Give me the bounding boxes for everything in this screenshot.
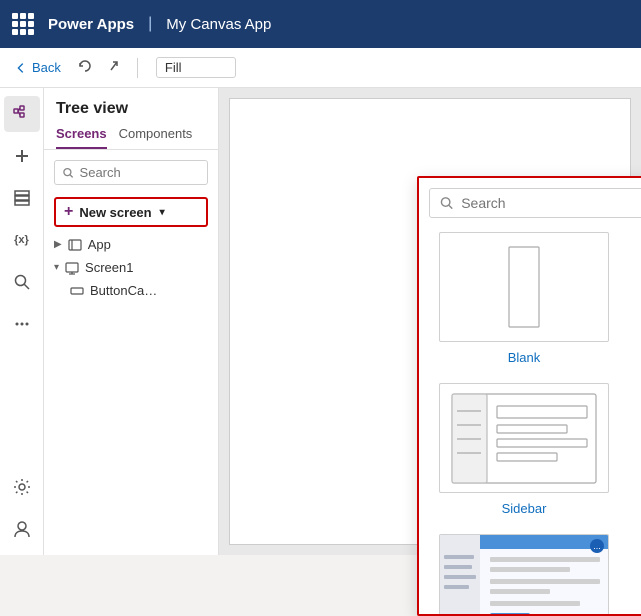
dropdown-search-input[interactable]	[461, 195, 641, 211]
tree-item-screen1-label: Screen1	[85, 260, 133, 275]
tree-view-icon[interactable]	[4, 96, 40, 132]
template-form-thumb: ...	[439, 534, 609, 616]
template-gallery[interactable]: ...	[635, 534, 641, 616]
chevron-down-icon: ▾	[54, 262, 59, 273]
new-screen-dropdown: Blank Split screen	[417, 176, 641, 616]
tree-item-buttonca-label: ButtonCa…	[90, 283, 157, 298]
control-icon	[70, 284, 84, 298]
template-sidebar[interactable]: Sidebar	[429, 383, 619, 516]
screen-icon	[65, 261, 79, 275]
tree-item-buttonca[interactable]: ButtonCa…	[60, 279, 218, 302]
tree-panel: Tree view Screens Components + New scree…	[44, 88, 219, 555]
chevron-right-icon: ▶	[54, 239, 62, 250]
search-icon[interactable]	[4, 264, 40, 300]
tree-item-app-label: App	[88, 237, 111, 252]
settings-icon[interactable]	[4, 469, 40, 505]
search-icon	[63, 167, 74, 179]
canvas-app-name: My Canvas App	[166, 16, 271, 33]
undo-icon	[77, 58, 93, 74]
topbar: Power Apps | My Canvas App	[0, 0, 641, 48]
main-layout: {x} Tree view S	[0, 88, 641, 555]
icon-bar: {x}	[0, 88, 44, 555]
app-icon	[68, 238, 82, 252]
template-header-footer[interactable]: Header and footer	[635, 383, 641, 516]
toolbar-divider	[137, 58, 138, 78]
redo-icon	[107, 58, 123, 74]
back-arrow-icon	[14, 61, 28, 75]
back-button[interactable]: Back	[8, 56, 67, 79]
template-sidebar-label: Sidebar	[502, 501, 547, 516]
canvas-area: Blank Split screen	[219, 88, 641, 555]
template-blank-thumb	[439, 232, 609, 342]
undo-button[interactable]	[73, 54, 97, 81]
tree-item-app[interactable]: ▶ App	[44, 233, 218, 256]
template-blank[interactable]: Blank	[429, 232, 619, 365]
tab-components[interactable]: Components	[119, 122, 193, 149]
toolbar: Back Fill	[0, 48, 641, 88]
tree-tabs: Screens Components	[44, 122, 218, 150]
new-screen-label: New screen	[79, 205, 151, 220]
template-blank-label: Blank	[508, 350, 541, 365]
dropdown-search-box[interactable]	[429, 188, 641, 218]
add-icon[interactable]	[4, 138, 40, 174]
new-screen-button[interactable]: + New screen ▾	[54, 197, 208, 227]
template-sidebar-thumb	[439, 383, 609, 493]
redo-button[interactable]	[103, 54, 127, 81]
back-label: Back	[32, 60, 61, 75]
more-icon[interactable]	[4, 306, 40, 342]
apps-icon[interactable]	[12, 13, 34, 35]
tree-item-screen1[interactable]: ▾ Screen1	[44, 256, 218, 279]
templates-grid: Blank Split screen	[429, 232, 641, 616]
search-icon	[440, 196, 453, 210]
fill-selector[interactable]: Fill	[156, 57, 236, 78]
fill-label: Fill	[165, 60, 182, 75]
tree-search-box[interactable]	[54, 160, 208, 185]
template-form[interactable]: ...	[429, 534, 619, 616]
app-name: Power Apps	[48, 16, 134, 33]
data-icon[interactable]	[4, 180, 40, 216]
variable-icon[interactable]: {x}	[4, 222, 40, 258]
tree-search-input[interactable]	[80, 165, 199, 180]
dropdown-arrow-icon: ▾	[160, 207, 165, 218]
separator: |	[148, 15, 152, 33]
template-split-screen[interactable]: Split screen	[635, 232, 641, 365]
tree-title: Tree view	[44, 88, 218, 122]
account-icon[interactable]	[4, 511, 40, 547]
tab-screens[interactable]: Screens	[56, 122, 107, 149]
plus-icon: +	[64, 203, 73, 221]
template-marker: ...	[590, 539, 604, 553]
